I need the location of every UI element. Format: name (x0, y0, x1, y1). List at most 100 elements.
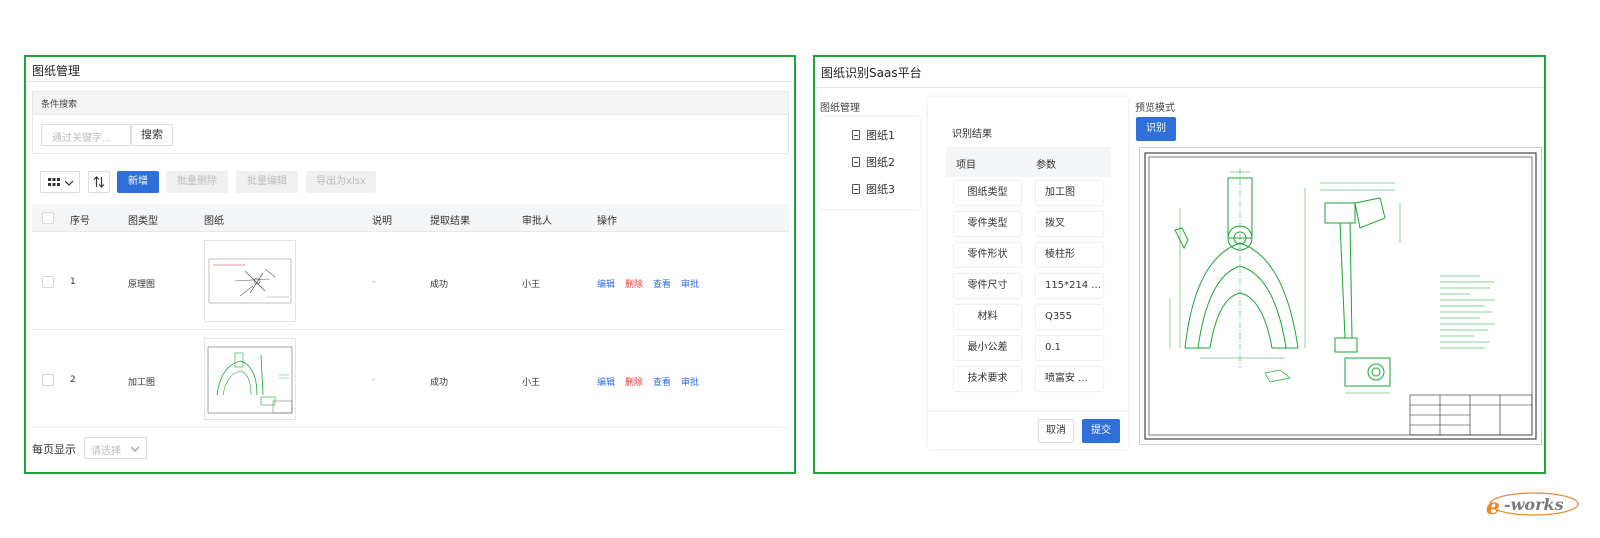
panel-title: 图纸管理 (32, 64, 81, 78)
chevron-down-icon (65, 180, 73, 186)
row-checkbox[interactable] (42, 276, 54, 288)
column-header: 序号 (70, 216, 90, 227)
divider (928, 411, 1128, 412)
result-row: 零件尺寸 115*214 ... (946, 270, 1111, 301)
row-type: 原理图 (128, 280, 156, 290)
delete-link[interactable]: 删除 (625, 375, 643, 388)
add-button[interactable]: 新增 (117, 171, 159, 193)
machining-thumbnail-image (207, 346, 293, 414)
result-label: 零件类型 (954, 212, 1021, 236)
tree-item-drawing2[interactable]: 图纸2 (852, 154, 895, 170)
divider (26, 81, 794, 82)
result-row: 材料 Q355 (946, 301, 1111, 332)
edit-link[interactable]: 编辑 (597, 277, 615, 290)
search-section: 条件搜索 通过关键字... 搜索 (32, 91, 789, 154)
approve-link[interactable]: 审批 (681, 375, 699, 388)
result-row: 零件类型 拨叉 (946, 208, 1111, 239)
tree-item-label: 图纸1 (866, 129, 895, 142)
document-icon (852, 130, 860, 140)
row-description: - (372, 277, 376, 287)
result-table-header: 项目 参数 (946, 147, 1111, 177)
export-xlsx-button[interactable]: 导出为xlsx (306, 171, 376, 193)
sort-button[interactable] (88, 171, 110, 193)
result-value-input[interactable]: Q355 (1036, 305, 1103, 329)
result-value-input[interactable]: 加工图 (1036, 181, 1103, 205)
tree-item-drawing3[interactable]: 图纸3 (852, 181, 895, 197)
result-row: 技术要求 喷富安 ... (946, 363, 1111, 394)
page-size-label: 每页显示 (32, 443, 76, 456)
result-value-input[interactable]: 115*214 ... (1036, 274, 1103, 298)
result-value-input[interactable]: 拨叉 (1036, 212, 1103, 236)
result-label: 最小公差 (954, 336, 1021, 360)
column-header: 说明 (372, 216, 392, 227)
cancel-button[interactable]: 取消 (1038, 419, 1074, 443)
column-header: 图类型 (128, 216, 158, 227)
result-title: 识别结果 (952, 129, 992, 140)
tree-title: 图纸管理 (820, 103, 860, 114)
table-row: 2 加工图 - 成功 小王 编辑 删除 查看 审批 (32, 330, 789, 428)
document-icon (852, 157, 860, 167)
recognize-button[interactable]: 识别 (1136, 117, 1176, 141)
schematic-thumbnail-image (208, 258, 292, 304)
result-value-input[interactable]: 喷富安 ... (1036, 367, 1103, 391)
row-type: 加工图 (128, 378, 156, 388)
result-value-input[interactable]: 棱柱形 (1036, 243, 1103, 267)
column-header: 提取结果 (430, 216, 470, 227)
result-label: 零件尺寸 (954, 274, 1021, 298)
grid-icon (48, 178, 60, 186)
drawing-management-panel: 图纸管理 条件搜索 通过关键字... 搜索 新增 批量删除 批量编辑 导出为xl… (24, 55, 796, 474)
column-settings-button[interactable] (40, 171, 80, 193)
row-approver: 小王 (522, 280, 541, 290)
chevron-down-icon (131, 446, 139, 452)
select-all-checkbox[interactable] (42, 212, 54, 224)
drawing-thumbnail[interactable] (204, 240, 296, 322)
row-index: 2 (70, 375, 76, 385)
recognition-result-card: 识别结果 项目 参数 图纸类型 加工图 零件类型 拨叉 零件形状 棱柱形 零件尺… (928, 97, 1128, 449)
divider (815, 87, 1544, 88)
table-row: 1 原理图 - 成功 小王 编辑 删除 查看 审批 (32, 232, 789, 330)
batch-edit-button[interactable]: 批量编辑 (236, 171, 298, 193)
sort-icon (93, 176, 105, 188)
result-label: 图纸类型 (954, 181, 1021, 205)
column-header: 项目 (956, 160, 976, 171)
batch-delete-button[interactable]: 批量删除 (166, 171, 228, 193)
drawing-tree: 图纸1 图纸2 图纸3 (820, 117, 920, 209)
preview-title: 预览模式 (1135, 103, 1175, 114)
column-header: 参数 (1036, 160, 1056, 171)
row-result: 成功 (430, 280, 449, 290)
recognition-platform-panel: 图纸识别Saas平台 图纸管理 图纸1 图纸2 图纸3 识别结果 项目 参数 图… (813, 55, 1546, 474)
delete-link[interactable]: 删除 (625, 277, 643, 290)
keyword-input[interactable]: 通过关键字... (41, 124, 131, 146)
result-label: 技术要求 (954, 367, 1021, 391)
eworks-logo: e -works (1472, 488, 1582, 524)
result-label: 材料 (954, 305, 1021, 329)
tree-item-label: 图纸3 (866, 183, 895, 196)
panel-title: 图纸识别Saas平台 (821, 66, 922, 80)
column-header: 操作 (597, 216, 617, 227)
column-header: 审批人 (522, 216, 552, 227)
approve-link[interactable]: 审批 (681, 277, 699, 290)
search-button[interactable]: 搜索 (131, 124, 173, 146)
column-header: 图纸 (204, 216, 224, 227)
drawing-thumbnail[interactable] (204, 338, 296, 420)
eworks-logo-image: e -works (1486, 492, 1579, 520)
page-size-placeholder: 请选择 (91, 446, 121, 457)
edit-link[interactable]: 编辑 (597, 375, 615, 388)
tree-item-drawing1[interactable]: 图纸1 (852, 127, 895, 143)
table-header: 序号 图类型 图纸 说明 提取结果 审批人 操作 (32, 204, 789, 232)
row-approver: 小王 (522, 378, 541, 388)
submit-button[interactable]: 提交 (1082, 419, 1120, 443)
result-value-input[interactable]: 0.1 (1036, 336, 1103, 360)
row-result: 成功 (430, 378, 449, 388)
search-header: 条件搜索 (33, 92, 788, 115)
page-size-select[interactable]: 请选择 (84, 437, 147, 459)
result-row: 最小公差 0.1 (946, 332, 1111, 363)
svg-text:-works: -works (1504, 495, 1564, 514)
row-checkbox[interactable] (42, 374, 54, 386)
view-link[interactable]: 查看 (653, 375, 671, 388)
document-icon (852, 184, 860, 194)
view-link[interactable]: 查看 (653, 277, 671, 290)
row-index: 1 (70, 277, 76, 287)
result-label: 零件形状 (954, 243, 1021, 267)
tree-item-label: 图纸2 (866, 156, 895, 169)
